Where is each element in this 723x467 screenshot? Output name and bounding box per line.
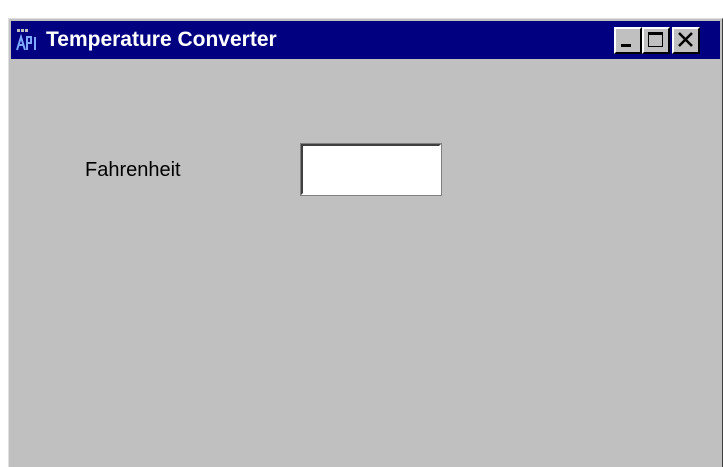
close-icon bbox=[678, 32, 693, 47]
fahrenheit-label: Fahrenheit bbox=[85, 159, 181, 181]
minimize-icon bbox=[621, 44, 631, 47]
app-window: Temperature Converter Fahrenheit bbox=[8, 18, 723, 467]
minimize-button[interactable] bbox=[614, 27, 642, 54]
fahrenheit-input[interactable] bbox=[300, 143, 442, 196]
title-bar[interactable]: Temperature Converter bbox=[11, 21, 720, 59]
close-button[interactable] bbox=[672, 27, 700, 54]
window-title: Temperature Converter bbox=[46, 28, 277, 51]
app-icon[interactable] bbox=[15, 28, 39, 52]
window-client-area: Fahrenheit bbox=[11, 61, 720, 467]
maximize-button[interactable] bbox=[642, 27, 670, 54]
maximize-icon bbox=[648, 32, 663, 47]
